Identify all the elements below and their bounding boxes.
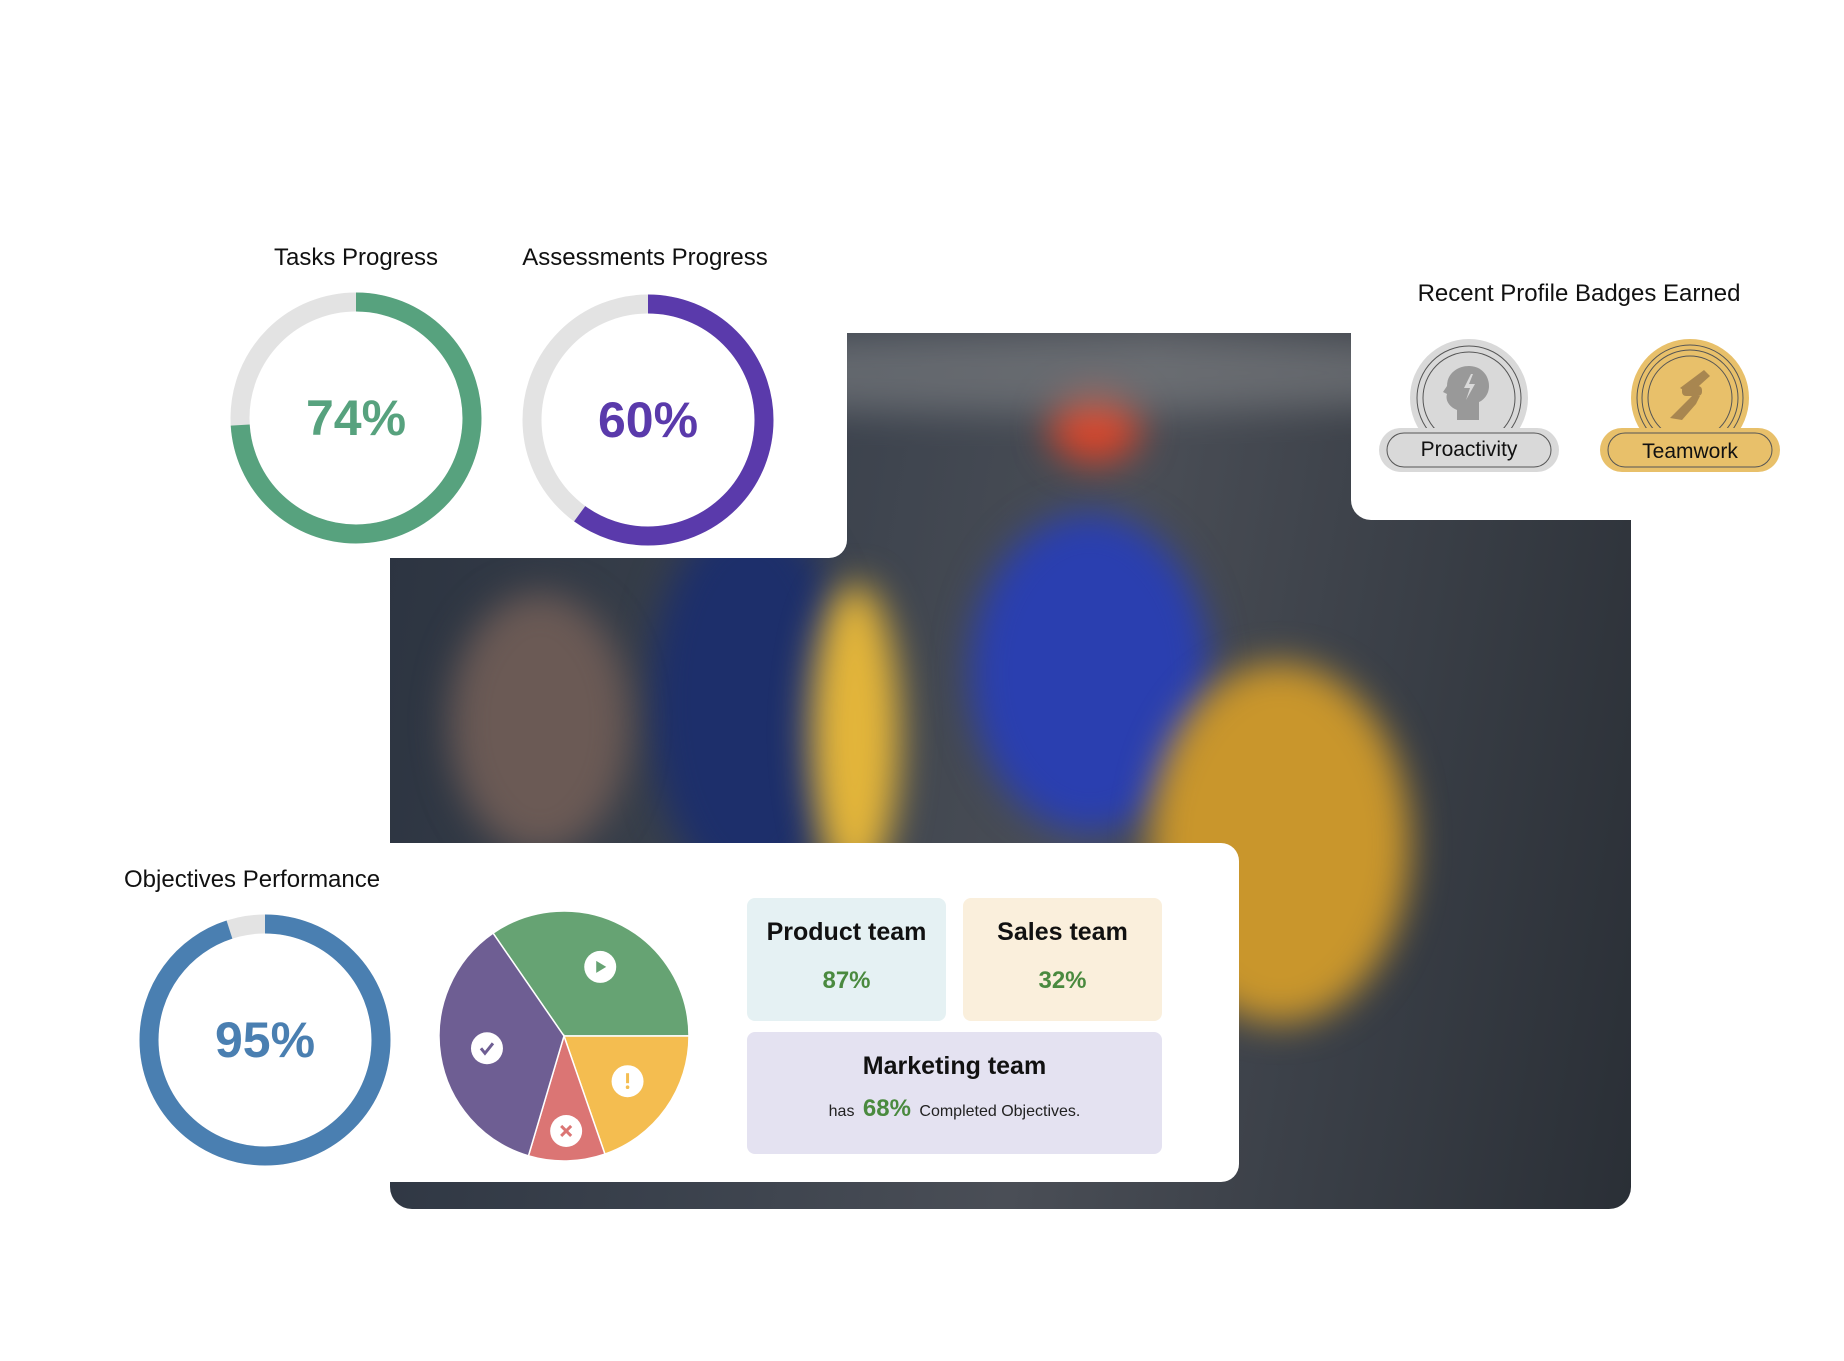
sales-team-name: Sales team — [997, 918, 1128, 946]
exclamation-icon — [611, 1065, 644, 1098]
check-icon — [470, 1032, 503, 1065]
tasks-progress-title: Tasks Progress — [273, 244, 439, 271]
marketing-suffix: Completed Objectives. — [919, 1103, 1081, 1120]
assessments-progress-title: Assessments Progress — [522, 244, 768, 271]
sales-team-percent: 32% — [1038, 967, 1087, 994]
objectives-pie — [438, 910, 690, 1162]
product-team-name: Product team — [766, 918, 927, 946]
tasks-progress-value: 74% — [305, 390, 407, 446]
marketing-team-summary: has 68% Completed Objectives. — [747, 1095, 1162, 1123]
objectives-value: 95% — [214, 1012, 316, 1068]
badges-title: Recent Profile Badges Earned — [1417, 280, 1741, 307]
play-icon — [584, 950, 617, 983]
assessments-progress-value: 60% — [597, 392, 699, 448]
marketing-team-name: Marketing team — [862, 1052, 1047, 1080]
teamwork-label: Teamwork — [1642, 440, 1738, 463]
marketing-team-percent: 68% — [862, 1095, 911, 1122]
product-team-card: Product team 87% — [747, 898, 946, 1021]
marketing-prefix: has — [828, 1103, 855, 1120]
proactivity-label: Proactivity — [1420, 438, 1518, 461]
x-icon — [550, 1114, 583, 1147]
sales-team-card: Sales team 32% — [963, 898, 1162, 1021]
product-team-percent: 87% — [822, 967, 871, 994]
objectives-title: Objectives Performance — [124, 866, 381, 893]
marketing-team-card: Marketing team has 68% Completed Objecti… — [747, 1032, 1162, 1154]
